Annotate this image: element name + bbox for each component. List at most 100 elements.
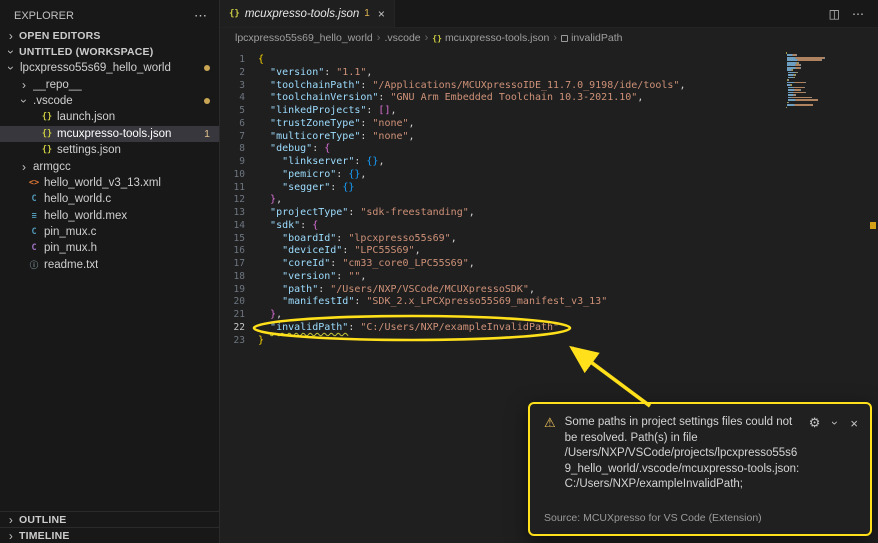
line-number: 3 <box>220 80 258 93</box>
code-line[interactable]: 13 "projectType": "sdk-freestanding", <box>220 207 878 220</box>
section-label-timeline: TIMELINE <box>19 530 70 542</box>
breadcrumb-item-.vscode[interactable]: .vscode <box>384 32 420 44</box>
breadcrumb-item-invalidPath[interactable]: invalidPath <box>561 32 622 44</box>
code-text: "projectType": "sdk-freestanding", <box>258 207 475 220</box>
code-line[interactable]: 10 "pemicro": {}, <box>220 169 878 182</box>
code-line[interactable]: 18 "version": "", <box>220 271 878 284</box>
breadcrumb-label: invalidPath <box>571 32 622 44</box>
tab-label: mcuxpresso-tools.json <box>245 8 359 20</box>
code-line[interactable]: 15 "boardId": "lpcxpresso55s69", <box>220 233 878 246</box>
chevron-down-icon[interactable]: › <box>830 418 840 428</box>
tree-item-settings.json[interactable]: {}settings.json <box>0 142 219 158</box>
line-number: 16 <box>220 245 258 258</box>
tree-item-hello_world_v3_13.xml[interactable]: <>hello_world_v3_13.xml <box>0 175 219 191</box>
tree-item-__repo__[interactable]: ›__repo__ <box>0 76 219 92</box>
breadcrumb-separator: › <box>425 32 429 44</box>
sidebar-header: EXPLORER ⋯ <box>0 0 219 28</box>
code-line[interactable]: 23} <box>220 335 878 348</box>
line-number: 5 <box>220 105 258 118</box>
tree-item-mcuxpresso-tools.json[interactable]: {}mcuxpresso-tools.json1 <box>0 126 219 142</box>
code-line[interactable]: 19 "path": "/Users/NXP/VSCode/MCUXpresso… <box>220 284 878 297</box>
tree-item-pin_mux.c[interactable]: Cpin_mux.c <box>0 224 219 240</box>
code-text: "sdk": { <box>258 220 318 233</box>
code-text: "toolchainPath": "/Applications/MCUXpres… <box>258 80 685 93</box>
chevron-down-icon: › <box>6 47 16 57</box>
breadcrumb-item-mcuxpresso-tools.json[interactable]: {}mcuxpresso-tools.json <box>432 32 549 44</box>
line-number: 1 <box>220 54 258 67</box>
code-line[interactable]: 1{ <box>220 54 878 67</box>
code-line[interactable]: 16 "deviceId": "LPC55S69", <box>220 245 878 258</box>
json-icon: {} <box>432 34 442 43</box>
line-number: 20 <box>220 296 258 309</box>
code-text: { <box>258 54 264 67</box>
line-number: 9 <box>220 156 258 169</box>
tree-item-pin_mux.h[interactable]: Cpin_mux.h <box>0 240 219 256</box>
code-text: "deviceId": "LPC55S69", <box>258 245 421 258</box>
code-line[interactable]: 20 "manifestId": "SDK_2.x_LPCXpresso55S6… <box>220 296 878 309</box>
chevron-down-icon: › <box>19 96 29 106</box>
split-editor-icon[interactable]: ◫ <box>829 7 840 21</box>
file-label: pin_mux.h <box>44 242 97 254</box>
line-number: 18 <box>220 271 258 284</box>
code-line[interactable]: 6 "trustZoneType": "none", <box>220 118 878 131</box>
tab-mcuxpresso-tools-json[interactable]: {} mcuxpresso-tools.json 1 × <box>220 0 395 27</box>
breadcrumb: lpcxpresso55s69_hello_world›.vscode›{}mc… <box>220 28 878 48</box>
more-actions-icon[interactable]: ⋯ <box>194 8 207 24</box>
breadcrumb-separator: › <box>377 32 381 44</box>
chevron-right-icon: › <box>19 162 29 172</box>
explorer-title: EXPLORER <box>14 10 74 22</box>
line-number: 14 <box>220 220 258 233</box>
line-number: 2 <box>220 67 258 80</box>
file-icon-json: {} <box>41 129 53 139</box>
breadcrumb-item-lpcxpresso55s69_hello_world[interactable]: lpcxpresso55s69_hello_world <box>235 32 373 44</box>
notification-body: ⚠ Some paths in project settings files c… <box>544 415 858 493</box>
more-actions-icon[interactable]: ⋯ <box>852 7 864 21</box>
gear-icon[interactable]: ⚙ <box>809 415 821 431</box>
code-line[interactable]: 4 "toolchainVersion": "GNU Arm Embedded … <box>220 92 878 105</box>
section-outline[interactable]: › OUTLINE <box>0 511 219 527</box>
section-timeline[interactable]: › TIMELINE <box>0 527 219 543</box>
file-icon-mex: ≡ <box>28 211 40 221</box>
code-line[interactable]: 17 "coreId": "cm33_core0_LPC55S69", <box>220 258 878 271</box>
code-line[interactable]: 21 }, <box>220 309 878 322</box>
code-line[interactable]: 5 "linkedProjects": [], <box>220 105 878 118</box>
code-line[interactable]: 22 "invalidPath": "C:/Users/NXP/exampleI… <box>220 322 878 335</box>
code-line[interactable]: 14 "sdk": { <box>220 220 878 233</box>
code-text: "debug": { <box>258 143 330 156</box>
file-icon-c: C <box>28 194 40 204</box>
file-label: readme.txt <box>44 259 98 271</box>
code-line[interactable]: 2 "version": "1.1", <box>220 67 878 80</box>
close-icon[interactable]: × <box>850 416 858 431</box>
code-text: "version": "1.1", <box>258 67 372 80</box>
file-icon-json: {} <box>41 145 53 155</box>
tree-item-.vscode[interactable]: ›.vscode <box>0 93 219 109</box>
code-line[interactable]: 8 "debug": { <box>220 143 878 156</box>
tree-item-armgcc[interactable]: ›armgcc <box>0 158 219 174</box>
tree-item-hello_world.mex[interactable]: ≡hello_world.mex <box>0 208 219 224</box>
code-text: "linkserver": {}, <box>258 156 384 169</box>
line-number: 10 <box>220 169 258 182</box>
file-label: mcuxpresso-tools.json <box>57 128 171 140</box>
code-line[interactable]: 7 "multicoreType": "none", <box>220 131 878 144</box>
tree-item-launch.json[interactable]: {}launch.json <box>0 109 219 125</box>
close-icon[interactable]: × <box>378 7 385 21</box>
code-line[interactable]: 3 "toolchainPath": "/Applications/MCUXpr… <box>220 80 878 93</box>
tree-item-readme.txt[interactable]: ⓘreadme.txt <box>0 257 219 273</box>
code-line[interactable]: 11 "segger": {} <box>220 182 878 195</box>
line-number: 19 <box>220 284 258 297</box>
file-label: hello_world_v3_13.xml <box>44 177 161 189</box>
tree-item-hello_world.c[interactable]: Chello_world.c <box>0 191 219 207</box>
modified-dot <box>204 98 210 104</box>
code-text: "pemicro": {}, <box>258 169 366 182</box>
minimap[interactable] <box>786 52 832 109</box>
notification-message: Some paths in project settings files cou… <box>565 415 800 493</box>
breadcrumb-label: .vscode <box>384 32 420 44</box>
code-line[interactable]: 12 }, <box>220 194 878 207</box>
code-line[interactable]: 9 "linkserver": {}, <box>220 156 878 169</box>
tree-item-lpcxpresso55s69_hello_world[interactable]: ›lpcxpresso55s69_hello_world <box>0 60 219 76</box>
file-icon-h: C <box>28 243 40 253</box>
line-number: 8 <box>220 143 258 156</box>
section-workspace[interactable]: › UNTITLED (WORKSPACE) <box>0 44 219 60</box>
section-open-editors[interactable]: › OPEN EDITORS <box>0 28 219 44</box>
chevron-right-icon: › <box>19 80 29 90</box>
